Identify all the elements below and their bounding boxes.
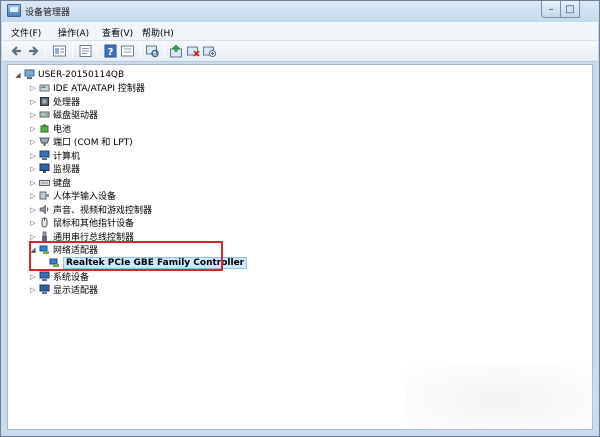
processor-icon (40, 97, 49, 106)
toolbar: ? (2, 41, 598, 62)
system-device-icon (39, 271, 50, 281)
computer-icon (24, 69, 35, 79)
tree-item[interactable]: ▷ 显示适配器 (29, 283, 98, 296)
tree-item-label: 监视器 (53, 165, 81, 175)
scan-icon[interactable] (145, 44, 160, 58)
expand-icon[interactable]: ▷ (29, 138, 37, 146)
mouse-icon (41, 217, 48, 228)
expand-icon[interactable]: ▷ (29, 165, 37, 173)
port-icon (39, 137, 50, 146)
tree-root-label: USER-20150114QB (38, 69, 125, 80)
tree-item-label: 人体学输入设备 (53, 192, 117, 202)
back-icon[interactable] (9, 44, 24, 58)
tree-item-label: 处理器 (53, 98, 81, 108)
expand-icon[interactable]: ▷ (29, 98, 37, 106)
update-driver-icon[interactable] (169, 44, 184, 58)
toolbar-separator (164, 44, 165, 58)
tree-root[interactable]: ◢ USER-20150114QB (14, 68, 124, 81)
tree-item-label: 鼠标和其他指针设备 (53, 219, 135, 229)
disk-drive-icon (39, 111, 50, 118)
expand-icon[interactable]: ▷ (29, 286, 37, 294)
device-manager-window: 设备管理器 – □ 文件(F) 操作(A) 查看(V) 帮助(H) ? ◢ US… (0, 0, 600, 437)
tree-item[interactable]: ▷ 声音、视频和游戏控制器 (29, 203, 152, 216)
tree-item[interactable]: ▷ 系统设备 (29, 270, 89, 283)
menu-file[interactable]: 文件(F) (11, 26, 41, 39)
window-title: 设备管理器 (25, 8, 71, 18)
tree-item[interactable]: ▷ 端口 (COM 和 LPT) (29, 135, 133, 148)
expand-icon[interactable]: ▷ (29, 233, 37, 241)
tree-item-label: 显示适配器 (53, 286, 99, 296)
menu-help[interactable]: 帮助(H) (142, 26, 174, 39)
toolbar-separator (140, 44, 141, 58)
expand-icon[interactable]: ▷ (29, 84, 37, 92)
menu-bar: 文件(F) 操作(A) 查看(V) 帮助(H) (2, 22, 598, 41)
display-adapter-icon (39, 284, 50, 294)
properties-icon[interactable] (78, 44, 93, 58)
tree-item-label: 磁盘驱动器 (53, 111, 99, 121)
toolbar-separator (97, 44, 98, 58)
toolbar-separator (45, 44, 46, 58)
tree-item[interactable]: ▷ 监视器 (29, 162, 80, 175)
forward-icon[interactable] (26, 44, 41, 58)
monitor-icon (39, 163, 50, 173)
keyboard-icon (39, 180, 50, 186)
tree-item-label: 计算机 (53, 152, 81, 162)
tree-item-label: IDE ATA/ATAPI 控制器 (53, 84, 145, 94)
expand-icon[interactable]: ▷ (29, 206, 37, 214)
tree-item[interactable]: ▷ 电池 (29, 122, 71, 135)
expand-icon[interactable]: ▷ (29, 273, 37, 281)
tree-item-label: 键盘 (53, 179, 72, 189)
maximize-button[interactable]: □ (560, 1, 580, 18)
tree-item[interactable]: ▷ 处理器 (29, 95, 80, 108)
view-icon[interactable] (52, 44, 67, 58)
expand-icon[interactable]: ▷ (29, 179, 37, 187)
ide-controller-icon (39, 84, 50, 92)
tree-item[interactable]: ▷ IDE ATA/ATAPI 控制器 (29, 81, 145, 95)
collapse-icon[interactable]: ◢ (14, 71, 22, 79)
watermark (406, 366, 596, 434)
tree-item-label: 声音、视频和游戏控制器 (53, 206, 153, 216)
expand-icon[interactable]: ▷ (29, 125, 37, 133)
minimize-button[interactable]: – (541, 1, 561, 18)
tree-item[interactable]: ▷ 磁盘驱动器 (29, 108, 99, 122)
tree-item-label: 系统设备 (53, 273, 90, 283)
details-icon[interactable] (120, 44, 135, 58)
toolbar-separator (72, 44, 73, 58)
tree-item[interactable]: ▷ 人体学输入设备 (29, 189, 116, 202)
expand-icon[interactable]: ▷ (29, 111, 37, 119)
help-icon[interactable]: ? (103, 44, 118, 58)
computer-icon (39, 150, 50, 160)
tree-item-label: 电池 (53, 125, 72, 135)
tree-item-label: 端口 (COM 和 LPT) (53, 138, 133, 148)
tree-item[interactable]: ▷ 计算机 (29, 149, 80, 162)
expand-icon[interactable]: ▷ (29, 192, 37, 200)
svg-text:?: ? (108, 47, 114, 58)
uninstall-icon[interactable] (186, 44, 201, 58)
red-highlight-box (29, 241, 223, 271)
expand-icon[interactable]: ▷ (29, 152, 37, 160)
battery-icon (40, 124, 49, 133)
expand-icon[interactable]: ▷ (29, 219, 37, 227)
menu-view[interactable]: 查看(V) (102, 26, 133, 39)
device-manager-icon (7, 4, 21, 17)
tree-item[interactable]: ▷ 键盘 (29, 176, 72, 190)
menu-action[interactable]: 操作(A) (58, 26, 89, 39)
tree-item[interactable]: ▷ 鼠标和其他指针设备 (29, 216, 134, 229)
title-bar[interactable]: 设备管理器 – □ (1, 1, 599, 22)
sound-icon (39, 204, 49, 215)
hid-icon (39, 191, 49, 200)
disable-icon[interactable] (202, 44, 217, 58)
